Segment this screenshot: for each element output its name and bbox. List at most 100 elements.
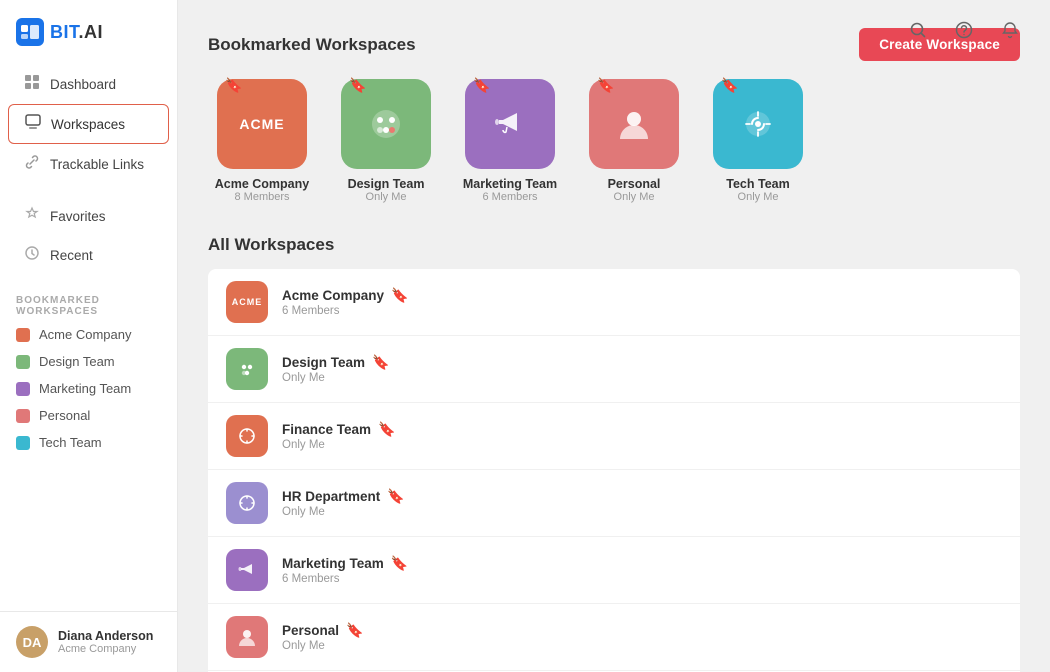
sidebar-item-dashboard[interactable]: Dashboard	[8, 65, 169, 103]
sidebar-footer: DA Diana Anderson Acme Company	[0, 611, 177, 672]
all-workspaces-title: All Workspaces	[208, 235, 1020, 255]
footer-user-name: Diana Anderson	[58, 629, 153, 643]
list-bookmark-personal: 🔖	[346, 622, 363, 639]
dashboard-icon	[24, 74, 40, 94]
notifications-button[interactable]	[994, 14, 1026, 46]
list-item-acme[interactable]: ACME Acme Company 🔖 6 Members	[208, 269, 1020, 336]
sidebar-ws-marketing-label: Marketing Team	[39, 381, 131, 396]
card-design[interactable]: 🔖 Design Team Only Me	[332, 79, 440, 203]
card-personal[interactable]: 🔖 Personal Only Me	[580, 79, 688, 203]
topbar	[902, 14, 1026, 46]
list-icon-design	[226, 348, 268, 390]
sidebar-ws-design-label: Design Team	[39, 354, 115, 369]
workspaces-icon	[25, 114, 41, 134]
list-hr-icon	[235, 491, 259, 515]
card-meta-design: Only Me	[366, 191, 407, 203]
sidebar-ws-acme[interactable]: Acme Company	[0, 321, 177, 348]
list-icon-marketing	[226, 549, 268, 591]
list-info-marketing: Marketing Team 🔖 6 Members	[282, 555, 1002, 585]
sidebar-item-trackable-links[interactable]: Trackable Links	[8, 145, 169, 183]
bookmark-icon-marketing: 🔖	[473, 77, 490, 94]
card-name-marketing: Marketing Team	[463, 177, 557, 191]
list-acme-text: ACME	[232, 297, 263, 307]
list-name-acme: Acme Company 🔖	[282, 287, 1002, 304]
list-name-hr: HR Department 🔖	[282, 488, 1002, 505]
card-tech[interactable]: 🔖 Tech Team Only Me	[704, 79, 812, 203]
list-bookmark-marketing: 🔖	[391, 555, 408, 572]
search-button[interactable]	[902, 14, 934, 46]
list-name-design: Design Team 🔖	[282, 354, 1002, 371]
bookmark-icon-personal: 🔖	[597, 77, 614, 94]
sidebar-bookmarked-list: Acme Company Design Team Marketing Team …	[0, 321, 177, 456]
bookmark-icon-design: 🔖	[349, 77, 366, 94]
palette-svg	[366, 104, 406, 144]
sidebar-navigation: Dashboard Workspaces Trackable Links	[0, 60, 177, 192]
sidebar-ws-personal-label: Personal	[39, 408, 90, 423]
ws-color-dot-marketing	[16, 382, 30, 396]
list-finance-icon	[235, 424, 259, 448]
list-item-hr[interactable]: HR Department 🔖 Only Me	[208, 470, 1020, 537]
list-item-marketing[interactable]: Marketing Team 🔖 6 Members	[208, 537, 1020, 604]
list-meta-finance: Only Me	[282, 439, 1002, 451]
list-item-personal[interactable]: Personal 🔖 Only Me	[208, 604, 1020, 671]
list-info-finance: Finance Team 🔖 Only Me	[282, 421, 1002, 451]
tech-svg	[736, 102, 780, 146]
list-icon-acme: ACME	[226, 281, 268, 323]
help-button[interactable]	[948, 14, 980, 46]
sidebar-item-recent[interactable]: Recent	[8, 236, 169, 274]
sidebar-ws-tech[interactable]: Tech Team	[0, 429, 177, 456]
list-person-icon	[235, 625, 259, 649]
sidebar-ws-personal[interactable]: Personal	[0, 402, 177, 429]
recent-label: Recent	[50, 248, 93, 263]
trackable-links-label: Trackable Links	[50, 157, 144, 172]
list-meta-design: Only Me	[282, 372, 1002, 384]
list-item-finance[interactable]: Finance Team 🔖 Only Me	[208, 403, 1020, 470]
card-marketing[interactable]: 🔖 Marketing Team 6 Members	[456, 79, 564, 203]
all-workspaces-list: ACME Acme Company 🔖 6 Members Design Tea…	[208, 269, 1020, 672]
sidebar-ws-design[interactable]: Design Team	[0, 348, 177, 375]
list-info-hr: HR Department 🔖 Only Me	[282, 488, 1002, 518]
bookmarked-cards-grid: 🔖 ACME Acme Company 8 Members 🔖 Design T…	[208, 79, 1020, 203]
list-icon-personal	[226, 616, 268, 658]
favorites-icon	[24, 206, 40, 226]
bookmark-icon-acme: 🔖	[225, 77, 242, 94]
list-meta-marketing: 6 Members	[282, 573, 1002, 585]
sidebar-ws-acme-label: Acme Company	[39, 327, 131, 342]
ws-color-dot-acme	[16, 328, 30, 342]
card-icon-marketing: 🔖	[465, 79, 555, 169]
ws-color-dot-tech	[16, 436, 30, 450]
sidebar-item-favorites[interactable]: Favorites	[8, 197, 169, 235]
sidebar-item-workspaces[interactable]: Workspaces	[8, 104, 169, 144]
card-meta-marketing: 6 Members	[482, 191, 537, 203]
list-megaphone-icon	[235, 558, 259, 582]
workspaces-label: Workspaces	[51, 117, 125, 132]
list-icon-finance	[226, 415, 268, 457]
card-name-acme: Acme Company	[215, 177, 309, 191]
card-meta-personal: Only Me	[614, 191, 655, 203]
logo: BIT.AI	[0, 0, 177, 60]
ws-color-dot-design	[16, 355, 30, 369]
card-icon-personal: 🔖	[589, 79, 679, 169]
logo-text: BIT.AI	[50, 22, 103, 43]
card-name-design: Design Team	[348, 177, 425, 191]
bookmarked-section-header: Bookmarked Workspaces Create Workspace	[208, 28, 1020, 61]
list-bookmark-finance: 🔖	[378, 421, 395, 438]
card-acme[interactable]: 🔖 ACME Acme Company 8 Members	[208, 79, 316, 203]
footer-user-info: Diana Anderson Acme Company	[58, 629, 153, 655]
card-meta-acme: 8 Members	[234, 191, 289, 203]
card-icon-tech: 🔖	[713, 79, 803, 169]
ws-color-dot-personal	[16, 409, 30, 423]
card-icon-design: 🔖	[341, 79, 431, 169]
card-name-personal: Personal	[608, 177, 661, 191]
list-meta-personal: Only Me	[282, 640, 1002, 652]
list-palette-icon	[235, 357, 259, 381]
list-meta-hr: Only Me	[282, 506, 1002, 518]
list-name-personal: Personal 🔖	[282, 622, 1002, 639]
main-content: Bookmarked Workspaces Create Workspace 🔖…	[178, 0, 1050, 672]
sidebar: BIT.AI Dashboard Workspaces Trackable Li…	[0, 0, 178, 672]
trackable-links-icon	[24, 154, 40, 174]
sidebar-ws-marketing[interactable]: Marketing Team	[0, 375, 177, 402]
sidebar-ws-tech-label: Tech Team	[39, 435, 102, 450]
list-item-design[interactable]: Design Team 🔖 Only Me	[208, 336, 1020, 403]
dashboard-label: Dashboard	[50, 77, 116, 92]
